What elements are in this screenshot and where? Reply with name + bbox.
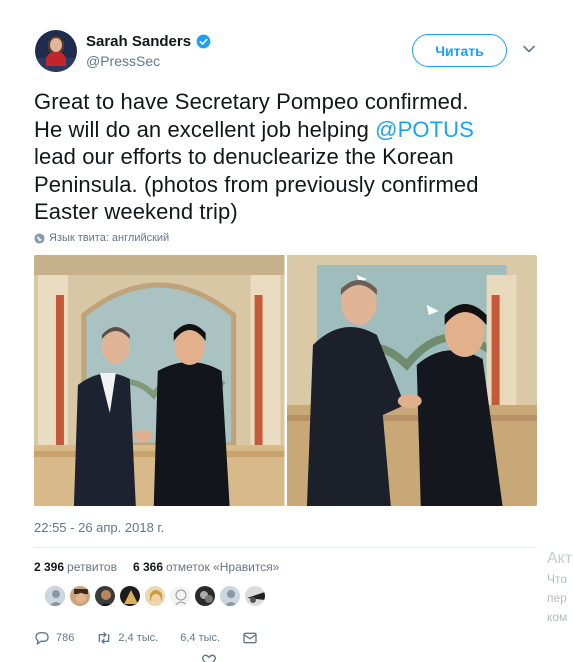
liker-avatar[interactable] [69,585,91,607]
author-name-row[interactable]: Sarah Sanders [86,33,211,50]
likers-avatars [44,585,266,607]
handshake-photo-front [34,255,285,506]
retweets-count[interactable]: 2 396 [34,560,64,574]
likes-count[interactable]: 6 366 [133,560,163,574]
sidebar-partial: Акт Что пер ком [547,548,573,627]
liker-avatar[interactable] [169,585,191,607]
liker-avatar[interactable] [94,585,116,607]
tweet-text-line: Easter weekend trip) [34,199,238,224]
handshake-photo-side [286,255,537,506]
retweet-count: 2,4 тыс. [118,632,159,644]
chevron-down-icon[interactable] [522,42,536,56]
reply-icon [35,632,49,645]
tweet-text-line: lead our efforts to denuclearize the Kor… [34,144,454,169]
sidebar-line: Акт [547,550,573,567]
retweet-action[interactable]: 2,4 тыс. [96,630,158,646]
avatar-face [50,38,62,52]
like-action[interactable]: 6,4 тыс. [180,632,220,644]
photo-grid [34,255,537,506]
retweet-icon [99,632,110,644]
language-label: Язык твита: английский [49,232,170,244]
sidebar-line: ком [547,610,568,624]
author-name[interactable]: Sarah Sanders [86,33,191,50]
like-count: 6,4 тыс. [180,632,221,644]
liker-avatar[interactable] [119,585,141,607]
heart-icon[interactable] [201,652,217,662]
tweet-text-fragment: He will do an excellent job helping [34,116,376,142]
liker-avatar[interactable] [144,585,166,607]
message-action[interactable] [242,630,258,646]
tweet-photo-1[interactable] [34,255,285,506]
sidebar-line: Что [547,572,568,586]
reply-action[interactable]: 786 [34,630,74,646]
avatar-dress [46,52,66,66]
reply-count: 786 [56,632,75,644]
liker-avatar[interactable] [44,585,66,607]
globe-icon [34,232,45,244]
tweet-text-line: Great to have Secretary Pompeo confirmed… [34,89,469,114]
retweets-label[interactable]: ретвитов [67,560,117,574]
mention-link[interactable]: @POTUS [375,117,474,142]
liker-avatar[interactable] [194,585,216,607]
tweet-text: Great to have Secretary Pompeo confirmed… [34,88,554,226]
sidebar-line: пер [547,591,567,605]
tweet-photo-2[interactable] [286,255,537,506]
envelope-icon [243,632,257,644]
tweet-card: Sarah Sanders @PressSec Читать Great to … [0,0,573,662]
likes-label[interactable]: отметок «Нравится» [166,560,279,574]
tweet-timestamp[interactable]: 22:55 - 26 апр. 2018 г. [34,520,164,535]
tweet-actions: 786 2,4 тыс. 6,4 тыс. [34,630,280,646]
tweet-text-line: He will do an excellent job helping @POT… [34,116,554,144]
liker-avatar[interactable] [244,585,266,607]
engagement-stats: 2 396 ретвитов 6 366 отметок «Нравится» [34,560,279,574]
liker-avatar[interactable] [219,585,241,607]
author-handle[interactable]: @PressSec [86,53,160,69]
tweet-text-line: Peninsula. (photos from previously confi… [34,171,479,197]
divider [34,547,537,548]
follow-button[interactable]: Читать [412,34,507,67]
verified-badge-icon [196,34,211,49]
tweet-language-note: Язык твита: английский [34,232,169,244]
author-avatar[interactable] [35,30,77,72]
